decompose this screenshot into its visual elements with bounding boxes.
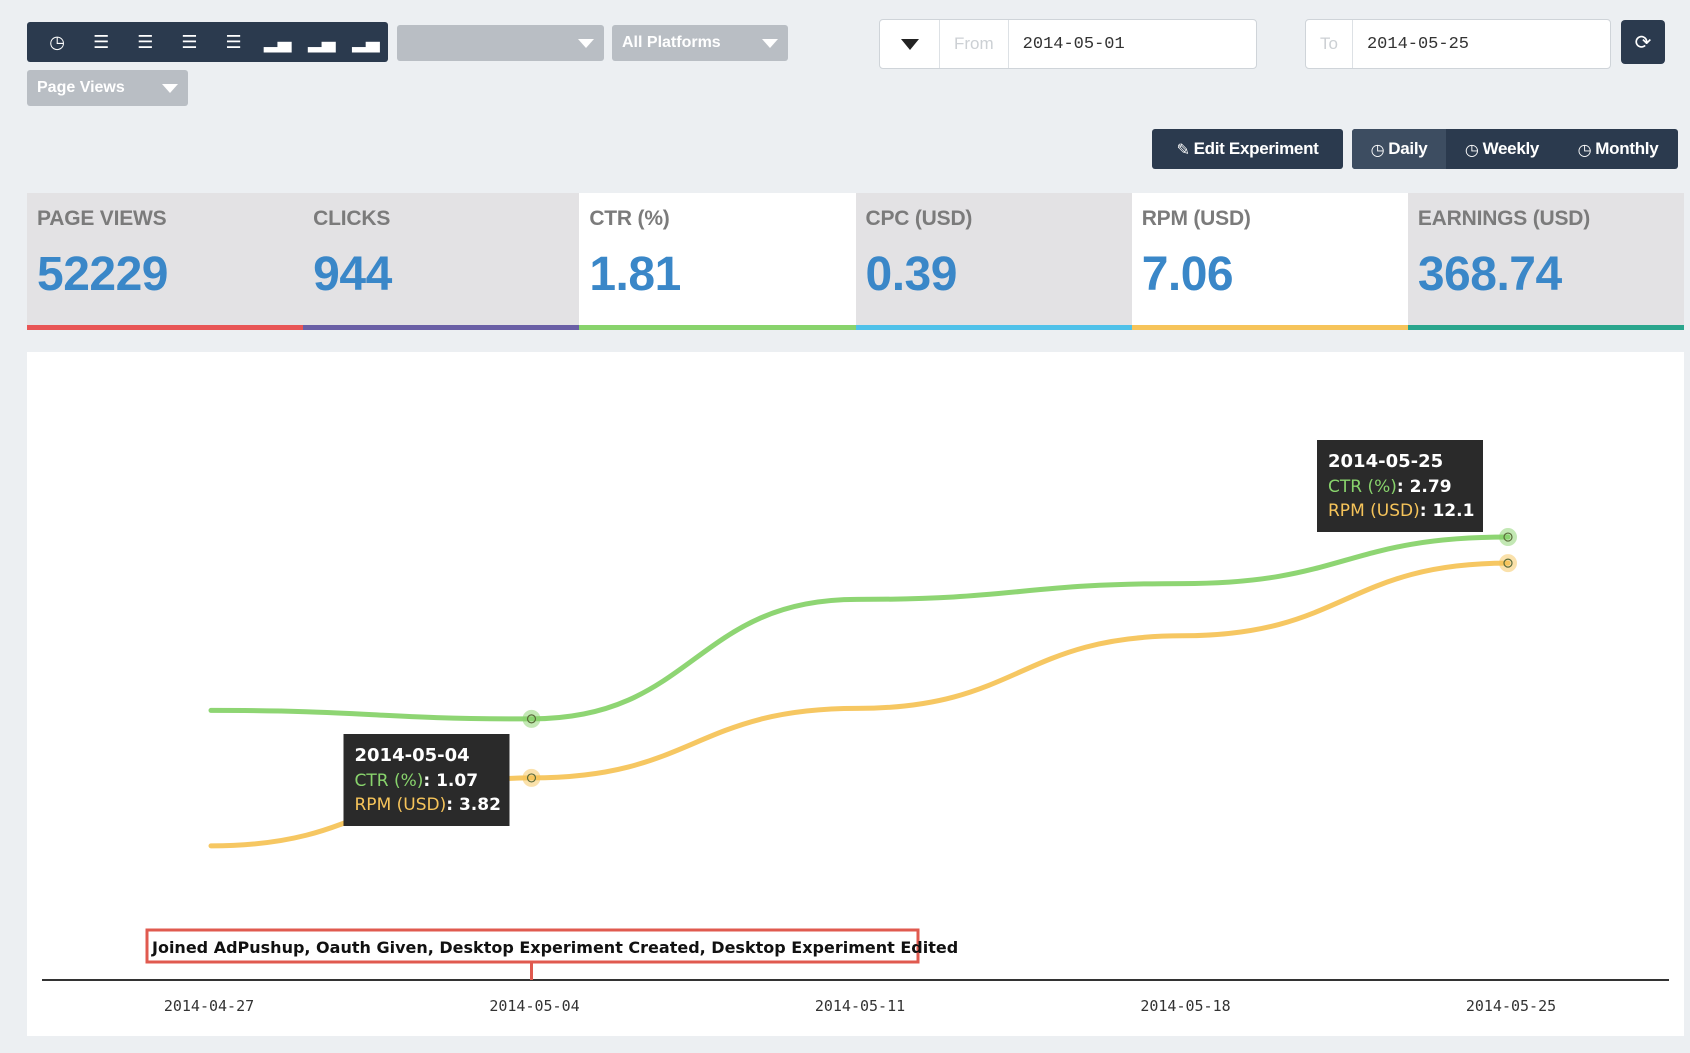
tooltip-date: 2014-05-04 xyxy=(355,745,470,766)
metric-card-earnings[interactable]: EARNINGS (USD) 368.74 xyxy=(1407,193,1685,330)
metric-color-bar xyxy=(27,325,304,330)
site-select[interactable] xyxy=(397,25,604,61)
chevron-down-icon xyxy=(578,38,594,48)
clock-icon: ◷ xyxy=(1370,139,1385,159)
period-toggle: ◷ Daily ◷ Weekly ◷ Monthly xyxy=(1352,129,1678,169)
metric-name: CLICKS xyxy=(313,207,391,230)
data-point xyxy=(522,768,541,787)
x-tick-label: 2014-05-11 xyxy=(815,997,905,1015)
bar-signal-icon[interactable]: ▂▄ xyxy=(256,22,300,62)
clock-icon[interactable]: ◷ xyxy=(35,22,79,62)
tooltip-rpm-label: RPM (USD) xyxy=(355,795,447,815)
metric-value: 0.39 xyxy=(865,248,958,301)
from-date-group: From xyxy=(879,19,1257,69)
bar-signal-icon[interactable]: ▂▄ xyxy=(300,22,344,62)
metric-select-label: Page Views xyxy=(37,79,125,96)
metric-card-cpc[interactable]: CPC (USD) 0.39 xyxy=(855,193,1132,330)
to-date-input[interactable] xyxy=(1352,34,1573,54)
metric-name: CTR (%) xyxy=(589,207,670,230)
metric-value: 1.81 xyxy=(589,248,681,301)
platform-select[interactable]: All Platforms xyxy=(612,25,788,61)
caret-down-icon xyxy=(900,38,919,50)
metric-name: PAGE VIEWS xyxy=(37,207,167,230)
metric-name: EARNINGS (USD) xyxy=(1417,207,1591,230)
from-label: From xyxy=(940,20,1009,68)
tooltip-ctr-value: : 1.07 xyxy=(423,771,478,791)
list-icon[interactable]: ☰ xyxy=(79,22,123,62)
refresh-button[interactable]: ⟳ xyxy=(1621,20,1665,64)
tooltip-date: 2014-05-25 xyxy=(1328,451,1443,472)
tooltip-ctr-value: : 2.79 xyxy=(1397,477,1452,497)
metric-cards: PAGE VIEWS 52229 CLICKS 944 CTR (%) 1.81… xyxy=(27,193,1685,330)
tooltip-ctr-label: CTR (%) xyxy=(355,771,424,791)
data-point xyxy=(1499,554,1517,573)
metric-card-page-views[interactable]: PAGE VIEWS 52229 xyxy=(27,193,304,330)
metric-color-bar xyxy=(303,325,580,330)
weekly-label: Weekly xyxy=(1482,139,1540,158)
tooltip: 2014-05-04 CTR (%): 1.07 RPM (USD): 3.82 xyxy=(343,734,510,826)
chevron-down-icon xyxy=(162,83,178,93)
metric-value: 368.74 xyxy=(1417,248,1562,301)
event-text: Joined AdPushup, Oauth Given, Desktop Ex… xyxy=(151,938,958,957)
list-icon[interactable]: ☰ xyxy=(212,22,256,62)
tooltip-rpm: RPM (USD): 3.82 xyxy=(355,795,501,815)
chevron-down-icon xyxy=(762,38,778,48)
metric-value: 52229 xyxy=(37,248,168,301)
monthly-label: Monthly xyxy=(1595,139,1659,158)
tooltip: 2014-05-25 CTR (%): 2.79 RPM (USD): 12.1 xyxy=(1317,440,1483,532)
monthly-button[interactable]: ◷ Monthly xyxy=(1558,129,1678,169)
weekly-button[interactable]: ◷ Weekly xyxy=(1446,129,1558,169)
to-date-group: To xyxy=(1305,19,1611,69)
metric-color-bar xyxy=(1131,325,1408,330)
metric-card-clicks[interactable]: CLICKS 944 xyxy=(303,193,580,330)
x-tick-label: 2014-05-04 xyxy=(489,997,579,1015)
metric-value: 944 xyxy=(313,248,392,301)
series-line xyxy=(208,534,1511,722)
chart-panel: 2014-04-27 2014-05-04 2014-05-11 2014-05-18… xyxy=(27,352,1684,1036)
event-annotation: Joined AdPushup, Oauth Given, Desktop Ex… xyxy=(145,928,958,980)
metric-color-bar xyxy=(855,325,1132,330)
metric-color-bar xyxy=(579,325,856,330)
bar-signal-icon[interactable]: ▂▄ xyxy=(344,22,388,62)
edit-icon: ✎ xyxy=(1176,139,1190,159)
to-label: To xyxy=(1306,20,1353,68)
clock-icon: ◷ xyxy=(1577,139,1592,159)
tooltip-rpm-value: : 12.1 xyxy=(1420,501,1475,521)
tooltip-ctr: CTR (%): 2.79 xyxy=(1328,477,1452,497)
daily-label: Daily xyxy=(1388,139,1428,158)
metric-name: CPC (USD) xyxy=(865,207,973,230)
metric-color-bar xyxy=(1407,325,1685,330)
metric-name: RPM (USD) xyxy=(1141,207,1251,230)
x-tick-label: 2014-04-27 xyxy=(164,997,254,1015)
metric-card-rpm[interactable]: RPM (USD) 7.06 xyxy=(1131,193,1408,330)
from-date-input[interactable] xyxy=(1008,34,1229,54)
list-icon[interactable]: ☰ xyxy=(123,22,167,62)
tooltip-ctr: CTR (%): 1.07 xyxy=(355,771,479,791)
daily-button[interactable]: ◷ Daily xyxy=(1352,129,1446,169)
edit-experiment-button[interactable]: ✎ Edit Experiment xyxy=(1152,129,1343,169)
platform-select-label: All Platforms xyxy=(622,34,721,51)
metric-value: 7.06 xyxy=(1141,248,1234,301)
x-tick-label: 2014-05-18 xyxy=(1140,997,1230,1015)
data-point xyxy=(1499,528,1517,547)
tooltip-rpm: RPM (USD): 12.1 xyxy=(1328,501,1474,521)
view-toolbar: ◷ ☰ ☰ ☰ ☰ ▂▄ ▂▄ ▂▄ xyxy=(27,22,388,62)
x-tick-label: 2014-05-25 xyxy=(1466,997,1556,1015)
clock-icon: ◷ xyxy=(1464,139,1479,159)
refresh-icon: ⟳ xyxy=(1634,30,1652,54)
date-range-dropdown[interactable] xyxy=(880,20,940,68)
line-chart: 2014-04-27 2014-05-04 2014-05-11 2014-05-18… xyxy=(42,440,1669,1015)
data-point xyxy=(522,709,541,728)
edit-experiment-label: Edit Experiment xyxy=(1193,139,1319,158)
tooltip-rpm-label: RPM (USD) xyxy=(1328,501,1420,521)
tooltip-ctr-label: CTR (%) xyxy=(1328,477,1397,497)
list-icon[interactable]: ☰ xyxy=(167,22,211,62)
metric-select[interactable]: Page Views xyxy=(27,70,188,106)
tooltip-rpm-value: : 3.82 xyxy=(446,795,501,815)
metric-card-ctr[interactable]: CTR (%) 1.81 xyxy=(579,193,856,330)
